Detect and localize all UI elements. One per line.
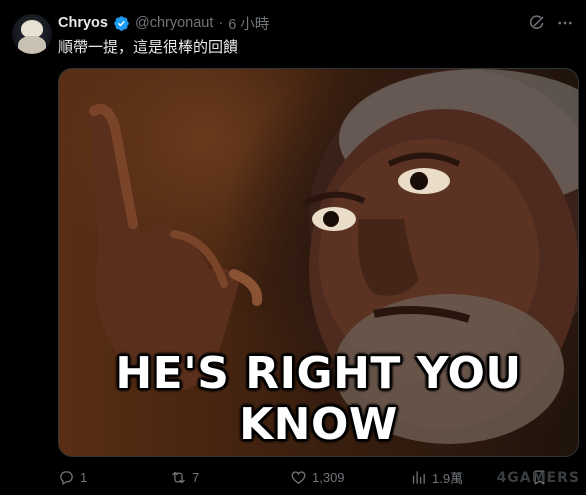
like-button[interactable]: 1,309 bbox=[290, 467, 345, 487]
separator-dot: · bbox=[218, 15, 224, 31]
tweet-text: 順帶一提，這是很棒的回饋 bbox=[58, 39, 239, 56]
meme-caption: HE'S RIGHT YOU KNOW bbox=[115, 348, 522, 450]
reply-count: 1 bbox=[80, 469, 88, 485]
retweet-button[interactable]: 7 bbox=[170, 467, 199, 487]
views-button[interactable]: 1.9萬 bbox=[410, 467, 463, 487]
reply-icon bbox=[60, 470, 73, 485]
views-count: 1.9萬 bbox=[432, 470, 464, 486]
timestamp[interactable]: 6 小時 bbox=[228, 13, 269, 34]
retweet-count: 7 bbox=[192, 469, 200, 485]
avatar-body bbox=[18, 36, 46, 54]
analytics-icon bbox=[412, 470, 425, 484]
author-handle[interactable]: @chryonaut bbox=[135, 15, 213, 31]
author-name[interactable]: Chryos bbox=[58, 15, 108, 31]
like-count: 1,309 bbox=[312, 469, 345, 485]
tweet-header: Chryos @chryonaut · 6 小時 bbox=[58, 13, 269, 33]
verified-badge-icon bbox=[114, 15, 129, 31]
avatar[interactable] bbox=[12, 14, 52, 54]
grok-icon[interactable] bbox=[528, 14, 546, 32]
retweet-icon bbox=[172, 471, 185, 483]
watermark-logo: 4GAMERS bbox=[496, 470, 580, 486]
tweet-media-image[interactable]: HE'S RIGHT YOU KNOW bbox=[58, 68, 579, 457]
reply-button[interactable]: 1 bbox=[58, 467, 87, 487]
more-options-icon[interactable] bbox=[556, 14, 574, 32]
heart-icon bbox=[291, 470, 306, 484]
